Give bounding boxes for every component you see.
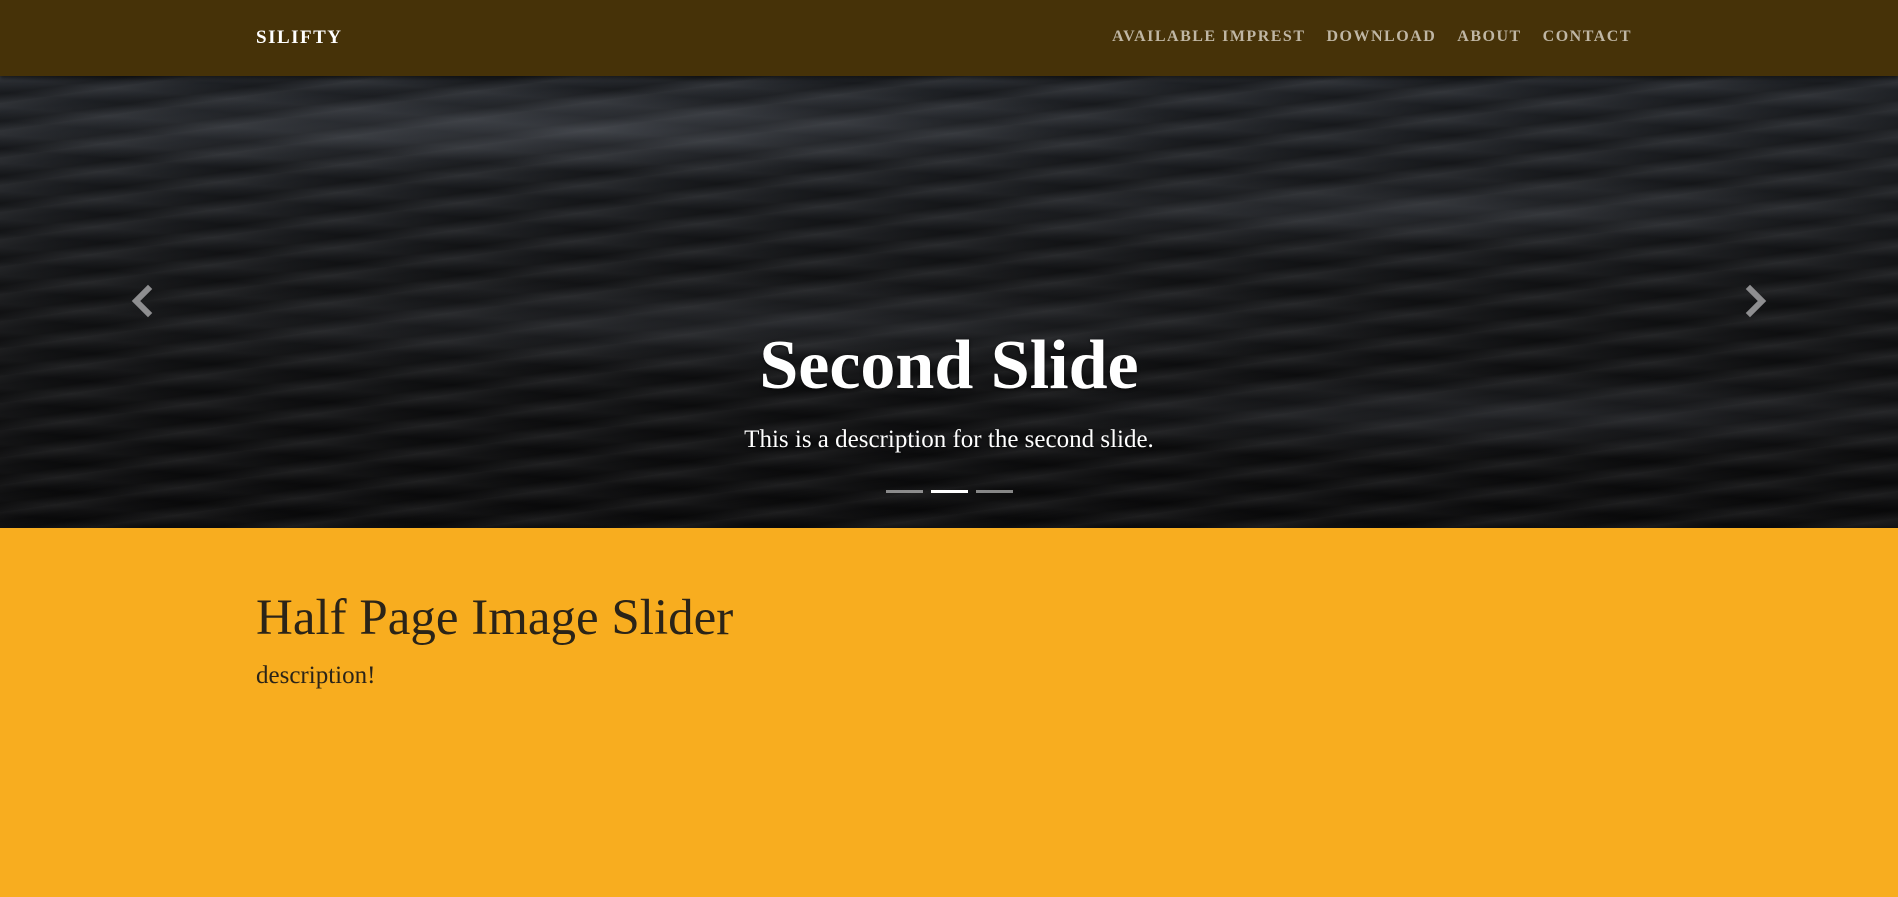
page-heading: Half Page Image Slider [256,590,734,646]
nav-link-about[interactable]: ABOUT [1457,28,1521,46]
nav-link-contact[interactable]: CONTACT [1543,28,1632,46]
slide-title: Second Slide [759,327,1139,404]
image-carousel: Second Slide This is a description for t… [0,76,1898,528]
slide-description: This is a description for the second sli… [744,426,1154,453]
nav-links: AVAILABLE IMPREST DOWNLOAD ABOUT CONTACT [1112,28,1632,46]
brand-logo[interactable]: SILIFTY [256,27,343,49]
chevron-left-icon [131,284,153,318]
chevron-right-icon [1745,284,1767,318]
carousel-prev-button[interactable] [122,281,162,321]
carousel-indicators [0,490,1898,493]
nav-link-download[interactable]: DOWNLOAD [1326,28,1436,46]
carousel-next-button[interactable] [1736,281,1776,321]
navbar: SILIFTY AVAILABLE IMPREST DOWNLOAD ABOUT… [0,0,1898,76]
carousel-indicator-1[interactable] [885,490,923,493]
nav-link-available-imprest[interactable]: AVAILABLE IMPREST [1112,28,1305,46]
page-description: description! [256,662,376,690]
main-content: Half Page Image Slider description! [256,590,733,690]
carousel-indicator-3[interactable] [975,490,1013,493]
carousel-indicator-2[interactable] [930,490,968,493]
